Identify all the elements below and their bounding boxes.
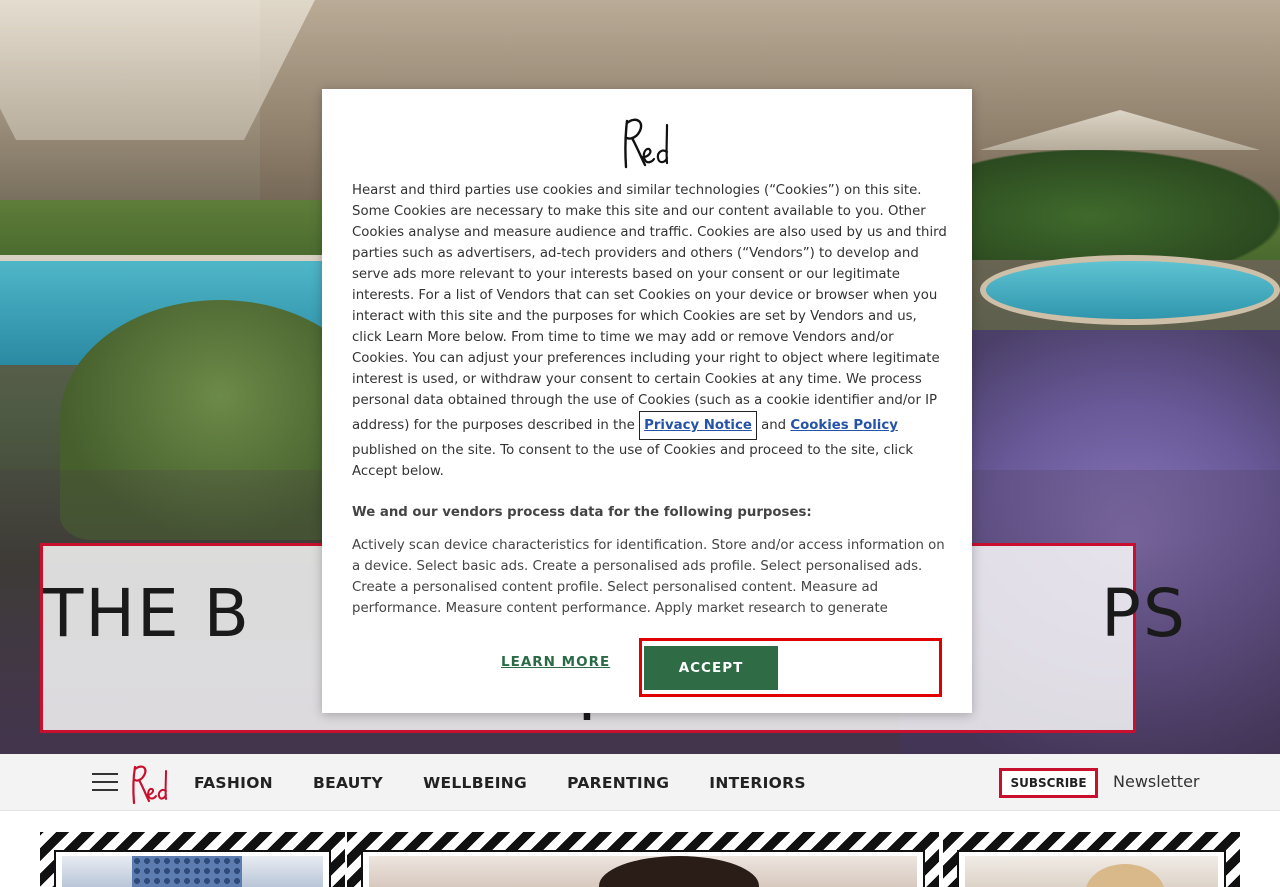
red-logo-icon bbox=[624, 118, 669, 169]
cookie-notice-and: and bbox=[756, 418, 791, 433]
site-navigation: FASHION BEAUTY WELLBEING PARENTING INTER… bbox=[0, 754, 1280, 811]
cookie-notice-body: Hearst and third parties use cookies and… bbox=[352, 183, 947, 433]
article-card-image bbox=[62, 856, 323, 887]
hero-hot-tub bbox=[980, 255, 1280, 325]
learn-more-button[interactable]: LEARN MORE bbox=[501, 654, 610, 670]
article-cards bbox=[40, 832, 1240, 887]
red-logo-icon[interactable] bbox=[129, 761, 171, 805]
cookie-notice-body-end: published on the site. To consent to the… bbox=[352, 443, 914, 479]
accept-button[interactable]: ACCEPT bbox=[644, 646, 778, 690]
privacy-notice-link[interactable]: Privacy Notice bbox=[639, 411, 757, 440]
nav-links: FASHION BEAUTY WELLBEING PARENTING INTER… bbox=[194, 754, 806, 811]
cookies-policy-link[interactable]: Cookies Policy bbox=[790, 418, 898, 433]
nav-link-interiors[interactable]: INTERIORS bbox=[709, 774, 806, 792]
hamburger-menu-icon[interactable] bbox=[92, 771, 118, 793]
subscribe-button[interactable]: SUBSCRIBE bbox=[999, 768, 1098, 798]
purposes-heading: We and our vendors process data for the … bbox=[352, 505, 812, 520]
nav-link-fashion[interactable]: FASHION bbox=[194, 774, 273, 792]
cookie-notice-text: Hearst and third parties use cookies and… bbox=[352, 180, 947, 482]
nav-link-parenting[interactable]: PARENTING bbox=[567, 774, 669, 792]
article-card-image bbox=[369, 856, 917, 887]
nav-link-beauty[interactable]: BEAUTY bbox=[313, 774, 383, 792]
article-card-image bbox=[965, 856, 1218, 887]
article-card[interactable] bbox=[943, 832, 1240, 887]
purposes-text: Actively scan device characteristics for… bbox=[352, 538, 945, 616]
newsletter-link[interactable]: Newsletter bbox=[1113, 772, 1200, 791]
nav-link-wellbeing[interactable]: WELLBEING bbox=[423, 774, 527, 792]
cookie-consent-dialog: Hearst and third parties use cookies and… bbox=[322, 89, 972, 713]
article-card[interactable] bbox=[40, 832, 345, 887]
article-card[interactable] bbox=[347, 832, 939, 887]
